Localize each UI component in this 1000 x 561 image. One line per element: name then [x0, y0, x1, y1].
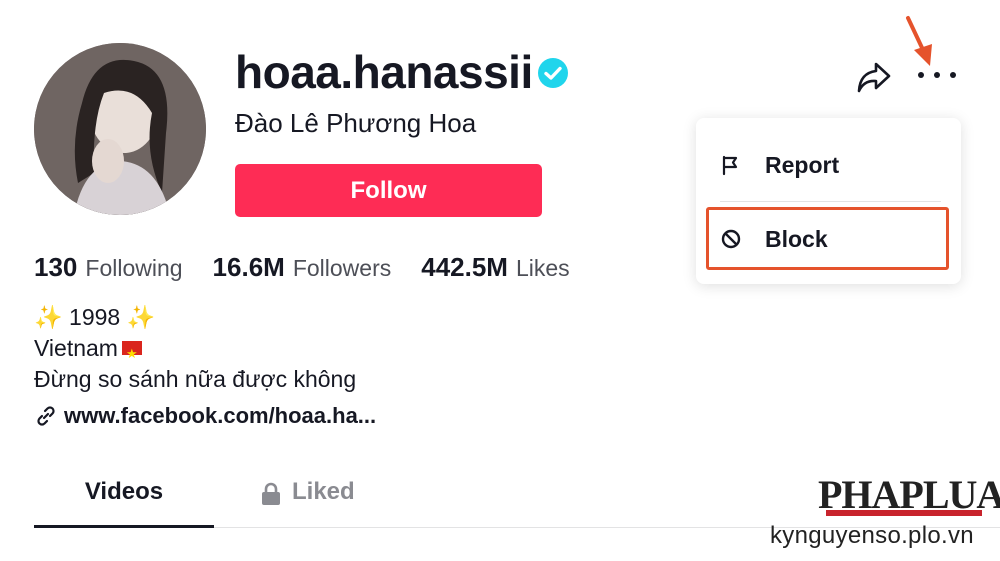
vietnam-flag-icon — [121, 338, 142, 369]
watermark-logo-bar — [826, 510, 982, 516]
bio-line-year: ✨ 1998 ✨ — [34, 304, 156, 330]
stat-following-label: Following — [85, 255, 183, 281]
follow-button[interactable]: Follow — [235, 164, 542, 217]
stat-followers[interactable]: 16.6M Followers — [213, 252, 392, 283]
menu-item-report[interactable]: Report — [696, 132, 961, 198]
profile-bio: ✨ 1998 ✨ Vietnam Đừng so sánh nữa được k… — [34, 302, 356, 395]
watermark-site: kynguyenso.plo.vn — [770, 522, 974, 549]
stat-followers-value: 16.6M — [212, 252, 285, 282]
stat-likes: 442.5M Likes — [421, 252, 569, 283]
profile-stats: 130 Following 16.6M Followers 442.5M Lik… — [34, 252, 600, 283]
tab-liked-label: Liked — [292, 478, 355, 505]
bio-line-country: Vietnam — [34, 333, 356, 369]
profile-link-text: www.facebook.com/hoaa.ha... — [64, 403, 377, 428]
link-icon — [37, 406, 55, 426]
menu-divider — [720, 201, 941, 202]
stat-following-value: 130 — [34, 252, 78, 282]
stat-followers-label: Followers — [292, 255, 392, 281]
bio-country-text: Vietnam — [34, 335, 118, 361]
tab-liked[interactable]: Liked — [260, 478, 355, 528]
more-options-icon[interactable] — [918, 68, 956, 82]
flag-icon — [722, 155, 738, 176]
stat-following[interactable]: 130 Following — [34, 252, 183, 283]
profile-username: hoaa.hanassii — [235, 46, 533, 98]
tab-videos[interactable]: Videos — [34, 478, 214, 528]
annotation-arrow-icon — [906, 16, 932, 66]
tab-videos-label: Videos — [84, 478, 164, 505]
profile-avatar[interactable] — [34, 43, 206, 215]
lock-icon — [262, 482, 280, 505]
profile-display-name: Đào Lê Phương Hoa — [235, 108, 477, 138]
stat-likes-label: Likes — [515, 255, 570, 281]
watermark-logo: PHAPLUAT — [818, 474, 1000, 520]
annotation-highlight-box — [706, 207, 949, 270]
bio-line-quote: Đừng so sánh nữa được không — [34, 366, 357, 392]
menu-item-report-label: Report — [765, 151, 840, 178]
profile-link[interactable]: www.facebook.com/hoaa.ha... — [34, 403, 376, 429]
share-icon[interactable] — [856, 60, 892, 94]
verified-badge-icon — [538, 58, 568, 88]
stat-likes-value: 442.5M — [421, 252, 508, 282]
